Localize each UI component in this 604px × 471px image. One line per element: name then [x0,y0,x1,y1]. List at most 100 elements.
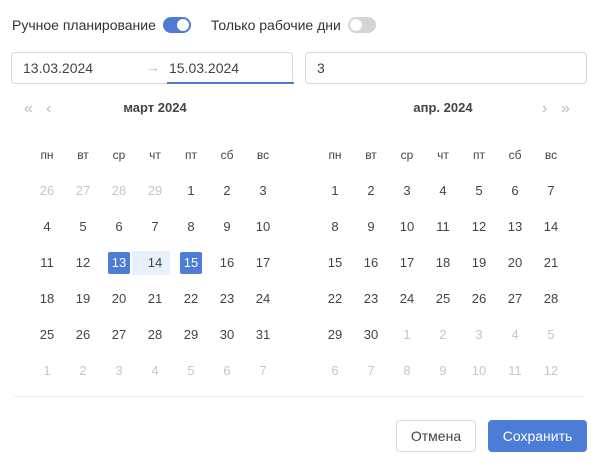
date-cell[interactable]: 8 [180,216,202,238]
date-cell[interactable]: 1 [36,360,58,382]
date-cell[interactable]: 22 [180,288,202,310]
date-cell[interactable]: 3 [108,360,130,382]
date-cell[interactable]: 11 [504,360,526,382]
date-cell[interactable]: 26 [468,288,490,310]
date-cell[interactable]: 23 [360,288,382,310]
date-cell[interactable]: 17 [252,252,274,274]
date-cell[interactable]: 11 [36,252,58,274]
date-cell[interactable]: 2 [216,180,238,202]
date-cell[interactable]: 17 [396,252,418,274]
date-cell[interactable]: 7 [252,360,274,382]
date-cell[interactable]: 27 [72,180,94,202]
date-cell[interactable]: 1 [180,180,202,202]
date-cell[interactable]: 24 [396,288,418,310]
date-cell[interactable]: 7 [360,360,382,382]
date-cell[interactable]: 1 [324,180,346,202]
date-cell[interactable]: 3 [468,324,490,346]
date-cell[interactable]: 8 [396,360,418,382]
prev-month-icon[interactable]: ‹ [46,101,51,117]
date-cell[interactable]: 21 [144,288,166,310]
date-cell[interactable]: 3 [396,180,418,202]
date-cell[interactable]: 4 [144,360,166,382]
date-cell[interactable]: 14 [144,252,166,274]
date-cell[interactable]: 6 [216,360,238,382]
date-cell[interactable]: 27 [108,324,130,346]
date-cell[interactable]: 12 [540,360,562,382]
date-cell[interactable]: 19 [72,288,94,310]
date-cell[interactable]: 28 [540,288,562,310]
date-cell[interactable]: 25 [36,324,58,346]
date-cell[interactable]: 16 [360,252,382,274]
date-cell[interactable]: 12 [72,252,94,274]
date-cell[interactable]: 10 [252,216,274,238]
month-title-april[interactable]: апр. 2024 [393,100,493,115]
date-cell[interactable]: 29 [324,324,346,346]
date-cell[interactable]: 7 [144,216,166,238]
next-month-icon[interactable]: › [542,101,547,117]
date-cell[interactable]: 18 [432,252,454,274]
date-cell[interactable]: 16 [216,252,238,274]
date-cell[interactable]: 6 [108,216,130,238]
date-cell[interactable]: 20 [504,252,526,274]
date-cell[interactable]: 18 [36,288,58,310]
date-cell[interactable]: 12 [468,216,490,238]
date-cell[interactable]: 5 [468,180,490,202]
date-cell[interactable]: 25 [432,288,454,310]
date-cell[interactable]: 5 [180,360,202,382]
date-cell[interactable]: 21 [540,252,562,274]
cancel-button[interactable]: Отмена [396,420,476,452]
date-cell[interactable]: 2 [432,324,454,346]
date-cell[interactable]: 4 [504,324,526,346]
month-title-march[interactable]: март 2024 [105,100,205,115]
date-cell[interactable]: 30 [216,324,238,346]
save-button[interactable]: Сохранить [488,420,587,452]
date-cell[interactable]: 2 [360,180,382,202]
date-cell[interactable]: 6 [324,360,346,382]
date-cell[interactable]: 31 [252,324,274,346]
date-cell[interactable]: 27 [504,288,526,310]
end-date-input[interactable]: 15.03.2024 [169,60,239,76]
next-year-icon[interactable]: » [561,101,570,117]
date-cell[interactable]: 5 [540,324,562,346]
prev-year-icon[interactable]: « [24,101,33,117]
date-cell[interactable]: 4 [432,180,454,202]
date-range-input[interactable]: 13.03.2024 → 15.03.2024 [11,52,294,84]
manual-planning-toggle[interactable]: Ручное планирование [12,17,191,33]
date-cell[interactable]: 22 [324,288,346,310]
date-cell[interactable]: 24 [252,288,274,310]
date-cell[interactable]: 26 [36,180,58,202]
workdays-only-toggle[interactable]: Только рабочие дни [211,17,376,33]
date-cell[interactable]: 13 [504,216,526,238]
date-cell[interactable]: 11 [432,216,454,238]
date-cell[interactable]: 9 [432,360,454,382]
date-cell[interactable]: 10 [468,360,490,382]
date-cell[interactable]: 9 [360,216,382,238]
date-cell[interactable]: 14 [540,216,562,238]
start-date-input[interactable]: 13.03.2024 [23,60,93,76]
date-cell[interactable]: 4 [36,216,58,238]
workdays-only-switch[interactable] [347,17,376,33]
date-cell[interactable]: 15 [324,252,346,274]
date-cell[interactable]: 8 [324,216,346,238]
date-cell[interactable]: 3 [252,180,274,202]
date-cell[interactable]: 6 [504,180,526,202]
date-cell[interactable]: 28 [108,180,130,202]
selected-date-cell[interactable]: 13 [108,252,130,274]
date-cell[interactable]: 23 [216,288,238,310]
date-cell[interactable]: 9 [216,216,238,238]
selected-date-cell[interactable]: 15 [180,252,202,274]
date-cell[interactable]: 5 [72,216,94,238]
date-cell[interactable]: 1 [396,324,418,346]
date-cell[interactable]: 26 [72,324,94,346]
date-cell[interactable]: 29 [144,180,166,202]
manual-planning-switch[interactable] [162,17,191,33]
date-cell[interactable]: 2 [72,360,94,382]
date-cell[interactable]: 28 [144,324,166,346]
date-cell[interactable]: 29 [180,324,202,346]
date-cell[interactable]: 30 [360,324,382,346]
date-cell[interactable]: 20 [108,288,130,310]
date-cell[interactable]: 19 [468,252,490,274]
date-cell[interactable]: 10 [396,216,418,238]
date-cell[interactable]: 7 [540,180,562,202]
days-count-input[interactable]: 3 [305,52,587,84]
